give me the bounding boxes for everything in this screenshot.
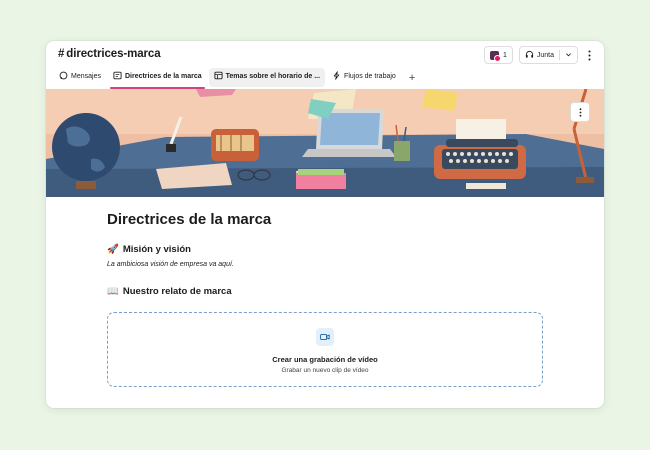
video-recording-card[interactable]: Crear una grabación de vídeo Grabar un n… xyxy=(107,312,543,387)
channel-title[interactable]: # directrices-marca xyxy=(58,48,161,60)
kebab-icon[interactable] xyxy=(584,50,594,61)
tab-schedule-topics[interactable]: Temas sobre el horario de ... xyxy=(208,68,326,87)
book-icon: 📖 xyxy=(107,286,119,297)
video-card-title: Crear una grabación de vídeo xyxy=(272,355,378,364)
avatar xyxy=(489,50,501,62)
mission-title: Misión y visión xyxy=(122,244,191,255)
channel-name: directrices-marca xyxy=(66,48,161,60)
channel-hash: # xyxy=(58,48,65,60)
tab-label: Directrices de la marca xyxy=(124,73,202,80)
members-button[interactable]: 1 xyxy=(483,46,513,64)
lightning-icon xyxy=(332,71,341,82)
canvas-icon xyxy=(113,71,122,82)
divider xyxy=(559,50,560,60)
tab-brand-guidelines[interactable]: Directrices de la marca xyxy=(108,68,207,89)
chat-bubble-icon xyxy=(59,71,68,82)
tab-messages[interactable]: Mensajes xyxy=(54,68,106,87)
mission-heading: 🚀 Misión y visión xyxy=(107,244,547,255)
headphones-icon xyxy=(525,50,534,61)
rocket-icon: 🚀 xyxy=(107,244,119,255)
banner-options-button[interactable] xyxy=(570,102,590,122)
huddle-label: Junta xyxy=(536,51,554,59)
story-heading: 📖 Nuestro relato de marca xyxy=(107,286,547,297)
video-camera-icon xyxy=(316,328,334,346)
canvas-list-icon xyxy=(214,71,223,82)
add-tab-icon[interactable]: + xyxy=(403,72,421,84)
document-content: Directrices de la marca 🚀 Misión y visió… xyxy=(107,211,547,297)
tab-label: Temas sobre el horario de ... xyxy=(225,73,321,80)
banner-image xyxy=(46,89,604,197)
channel-header: # directrices-marca 1 Junta Mensajes Dir… xyxy=(46,41,604,89)
huddle-button[interactable]: Junta xyxy=(518,46,578,64)
document-title: Directrices de la marca xyxy=(107,211,272,228)
member-count: 1 xyxy=(502,51,507,59)
chevron-down-icon[interactable] xyxy=(565,51,572,60)
tab-workflows[interactable]: Flujos de trabajo xyxy=(327,68,401,87)
tab-label: Flujos de trabajo xyxy=(344,73,396,80)
app-window: # directrices-marca 1 Junta Mensajes Dir… xyxy=(46,41,604,408)
tab-label: Mensajes xyxy=(71,73,101,80)
tab-bar: Mensajes Directrices de la marca Temas s… xyxy=(54,68,421,89)
story-title: Nuestro relato de marca xyxy=(122,286,232,297)
video-card-subtitle: Grabar un nuevo clip de vídeo xyxy=(281,367,369,374)
mission-text[interactable]: La ambiciosa visión de empresa va aquí. xyxy=(107,261,547,268)
